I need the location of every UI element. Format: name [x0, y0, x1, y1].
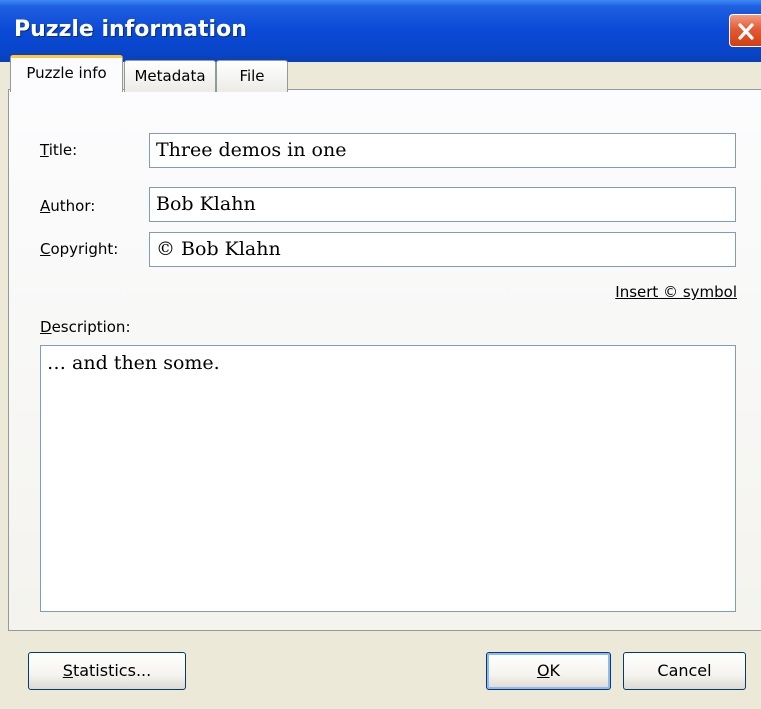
tab-puzzle-info[interactable]: Puzzle info: [10, 55, 123, 92]
author-label: Author:: [40, 197, 96, 215]
author-field[interactable]: Bob Klahn: [149, 187, 736, 222]
title-field[interactable]: Three demos in one: [149, 133, 736, 168]
tab-label: File: [239, 67, 265, 85]
description-textarea[interactable]: … and then some.: [40, 345, 736, 612]
cancel-button[interactable]: Cancel: [623, 652, 746, 690]
tab-metadata[interactable]: Metadata: [124, 60, 216, 92]
ok-button[interactable]: OK: [486, 652, 611, 690]
close-button[interactable]: [729, 14, 761, 47]
tab-file[interactable]: File: [216, 60, 288, 92]
window-title: Puzzle information: [14, 17, 247, 42]
puzzle-information-dialog: Puzzle information Puzzle info Metadata …: [0, 0, 761, 709]
copyright-label: Copyright:: [40, 240, 119, 258]
close-icon: [738, 23, 754, 40]
copyright-field[interactable]: © Bob Klahn: [149, 232, 736, 267]
tab-label: Puzzle info: [26, 64, 107, 82]
description-label: Description:: [40, 318, 131, 336]
statistics-button[interactable]: Statistics...: [28, 652, 186, 690]
title-bar[interactable]: Puzzle information: [0, 0, 761, 62]
tab-label: Metadata: [134, 67, 206, 85]
insert-copyright-symbol-link[interactable]: Insert © symbol: [615, 283, 737, 301]
title-label: Title:: [40, 141, 78, 159]
